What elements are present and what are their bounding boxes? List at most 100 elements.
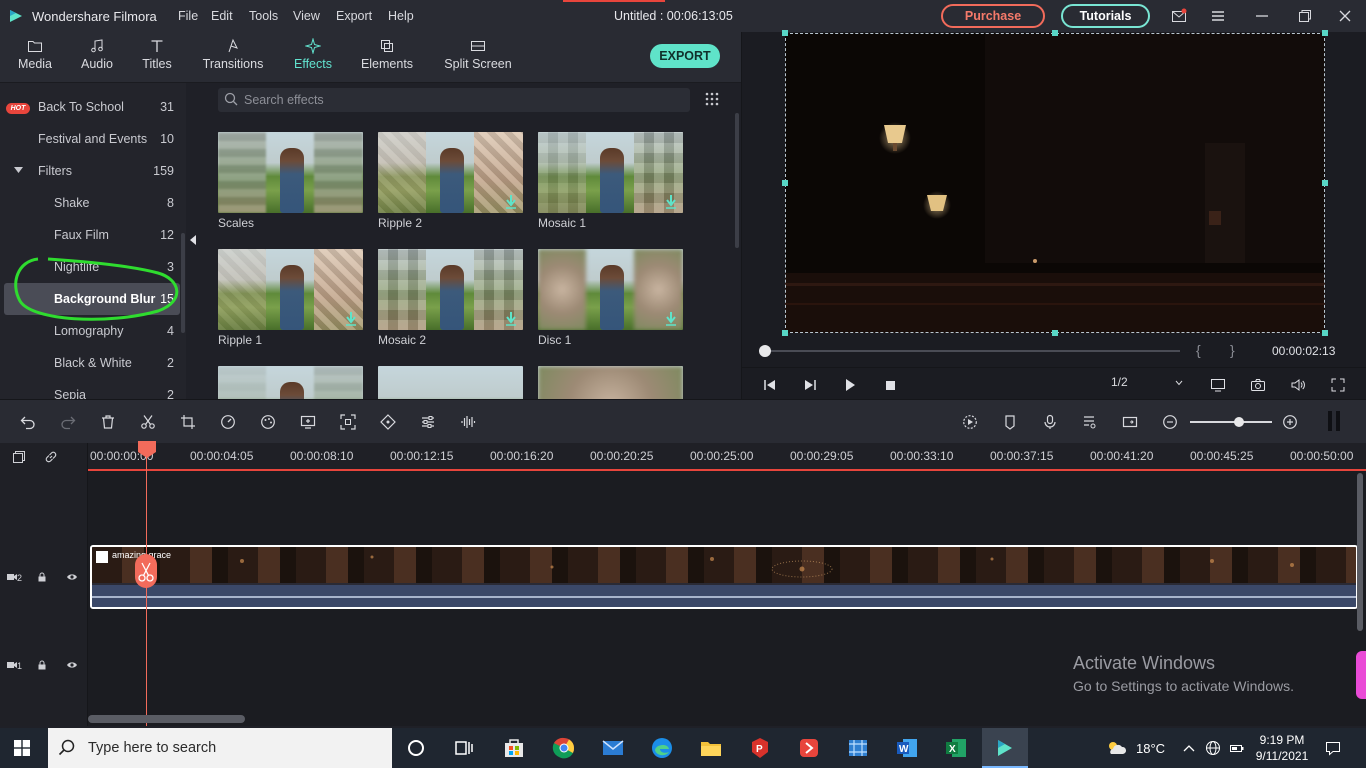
effect-tile-partial[interactable] xyxy=(378,366,523,399)
download-icon[interactable] xyxy=(665,312,677,326)
display-settings-icon[interactable] xyxy=(1210,377,1226,393)
play-icon[interactable] xyxy=(842,377,858,393)
eye-icon[interactable] xyxy=(66,571,78,583)
category-sepia[interactable]: Sepia 2 xyxy=(0,379,186,399)
color-palette-icon[interactable] xyxy=(260,414,276,430)
collapse-sidebar-icon[interactable] xyxy=(188,234,198,246)
menu-export[interactable]: Export xyxy=(336,9,372,23)
tab-transitions[interactable]: Transitions xyxy=(197,32,269,82)
timeline-pause-icon[interactable] xyxy=(1326,409,1342,433)
zoom-slider-track[interactable] xyxy=(1190,421,1272,423)
cortana-icon[interactable] xyxy=(404,736,428,760)
resize-handle[interactable] xyxy=(1322,180,1328,186)
step-back-icon[interactable] xyxy=(762,377,778,393)
effect-tile-partial[interactable] xyxy=(218,366,363,399)
red-app-icon[interactable] xyxy=(797,736,821,760)
notifications-icon[interactable] xyxy=(1325,740,1341,756)
file-explorer-icon[interactable] xyxy=(699,736,723,760)
crop-icon[interactable] xyxy=(180,414,196,430)
video-editor-icon[interactable] xyxy=(846,736,870,760)
hamburger-menu-icon[interactable] xyxy=(1210,8,1226,24)
caret-down-icon[interactable] xyxy=(14,167,23,174)
mark-out-button[interactable]: } xyxy=(1230,342,1235,358)
timeline-vertical-scrollbar[interactable] xyxy=(1357,473,1363,631)
menu-view[interactable]: View xyxy=(293,9,320,23)
lock-icon[interactable] xyxy=(36,571,48,583)
download-icon[interactable] xyxy=(505,312,517,326)
motion-tracking-icon[interactable] xyxy=(340,414,356,430)
taskbar-filmora-active[interactable] xyxy=(982,728,1028,768)
eye-icon[interactable] xyxy=(66,659,78,671)
network-globe-icon[interactable] xyxy=(1205,740,1221,756)
timeline-horizontal-scrollbar[interactable] xyxy=(88,715,245,723)
voiceover-list-icon[interactable] xyxy=(1082,414,1098,430)
effect-tile-scales[interactable]: Scales xyxy=(218,132,363,232)
effect-tile-ripple-2[interactable]: Ripple 2 xyxy=(378,132,523,232)
export-button[interactable]: EXPORT xyxy=(650,44,720,68)
effect-tile-mosaic-1[interactable]: Mosaic 1 xyxy=(538,132,683,232)
effect-tile-ripple-1[interactable]: Ripple 1 xyxy=(218,249,363,349)
effect-tile-mosaic-2[interactable]: Mosaic 2 xyxy=(378,249,523,349)
step-forward-icon[interactable] xyxy=(802,377,818,393)
purchase-button[interactable]: Purchase xyxy=(941,4,1045,28)
edge-browser-icon[interactable] xyxy=(650,736,674,760)
render-preview-icon[interactable] xyxy=(962,414,978,430)
selection-frame[interactable] xyxy=(785,33,1325,333)
zoom-out-icon[interactable] xyxy=(1162,414,1178,430)
search-effects-box[interactable] xyxy=(218,88,690,112)
microphone-icon[interactable] xyxy=(1042,414,1058,430)
link-icon[interactable] xyxy=(44,450,58,464)
video-clip[interactable]: amazing grace xyxy=(90,545,1358,609)
zoom-in-icon[interactable] xyxy=(1282,414,1298,430)
tab-titles[interactable]: Titles xyxy=(132,32,182,82)
mark-in-button[interactable]: { xyxy=(1196,342,1201,358)
microsoft-store-icon[interactable] xyxy=(502,736,526,760)
windows-start-icon[interactable] xyxy=(14,740,30,756)
sidebar-scrollbar[interactable] xyxy=(181,233,185,333)
category-back-to-school[interactable]: HOT Back To School 31 xyxy=(0,91,186,123)
taskbar-clock[interactable]: 9:19 PM 9/11/2021 xyxy=(1252,732,1312,764)
restore-icon[interactable] xyxy=(1297,8,1313,24)
delete-icon[interactable] xyxy=(100,414,116,430)
task-view-icon[interactable] xyxy=(452,736,476,760)
close-icon[interactable] xyxy=(1337,8,1353,24)
word-icon[interactable]: W xyxy=(895,736,919,760)
playhead-handle-icon[interactable] xyxy=(138,441,156,458)
tab-effects[interactable]: Effects xyxy=(283,32,343,82)
effect-tile-disc-1[interactable]: Disc 1 xyxy=(538,249,683,349)
redo-icon[interactable] xyxy=(60,414,76,430)
chevron-up-icon[interactable] xyxy=(1181,740,1197,756)
weather-cloud-icon[interactable] xyxy=(1104,736,1128,760)
zoom-slider-handle[interactable] xyxy=(1234,417,1244,427)
green-screen-icon[interactable] xyxy=(300,414,316,430)
add-track-icon[interactable] xyxy=(12,450,26,464)
tab-media[interactable]: Media xyxy=(10,32,60,82)
snapshot-camera-icon[interactable] xyxy=(1250,377,1266,393)
wps-app-icon[interactable]: P xyxy=(748,736,772,760)
speed-icon[interactable] xyxy=(220,414,236,430)
audio-waveform-icon[interactable] xyxy=(460,414,476,430)
minimize-icon[interactable] xyxy=(1254,8,1270,24)
category-faux-film[interactable]: Faux Film 12 xyxy=(0,219,186,251)
preview-seek-bar[interactable] xyxy=(762,350,1180,352)
split-scissors-icon[interactable] xyxy=(135,554,157,588)
preview-quality-select[interactable]: 1/2 xyxy=(1111,375,1183,395)
download-icon[interactable] xyxy=(505,195,517,209)
category-shake[interactable]: Shake 8 xyxy=(0,187,186,219)
chrome-icon[interactable] xyxy=(552,736,576,760)
side-app-tab[interactable] xyxy=(1356,651,1366,699)
resize-handle[interactable] xyxy=(782,30,788,36)
resize-handle[interactable] xyxy=(1052,330,1058,336)
category-filters[interactable]: Filters 159 xyxy=(0,155,186,187)
download-icon[interactable] xyxy=(665,195,677,209)
menu-tools[interactable]: Tools xyxy=(249,9,278,23)
scissors-icon[interactable] xyxy=(140,414,156,430)
preview-seek-handle[interactable] xyxy=(759,345,771,357)
timeline-ruler[interactable]: 00:00:00:00 00:00:04:05 00:00:08:10 00:0… xyxy=(88,443,1366,471)
keyframe-icon[interactable] xyxy=(380,414,396,430)
battery-icon[interactable] xyxy=(1229,740,1245,756)
fullscreen-icon[interactable] xyxy=(1330,377,1346,393)
effects-grid-scrollbar[interactable] xyxy=(735,113,739,248)
mail-app-icon[interactable] xyxy=(601,736,625,760)
tab-split-screen[interactable]: Split Screen xyxy=(438,32,518,82)
